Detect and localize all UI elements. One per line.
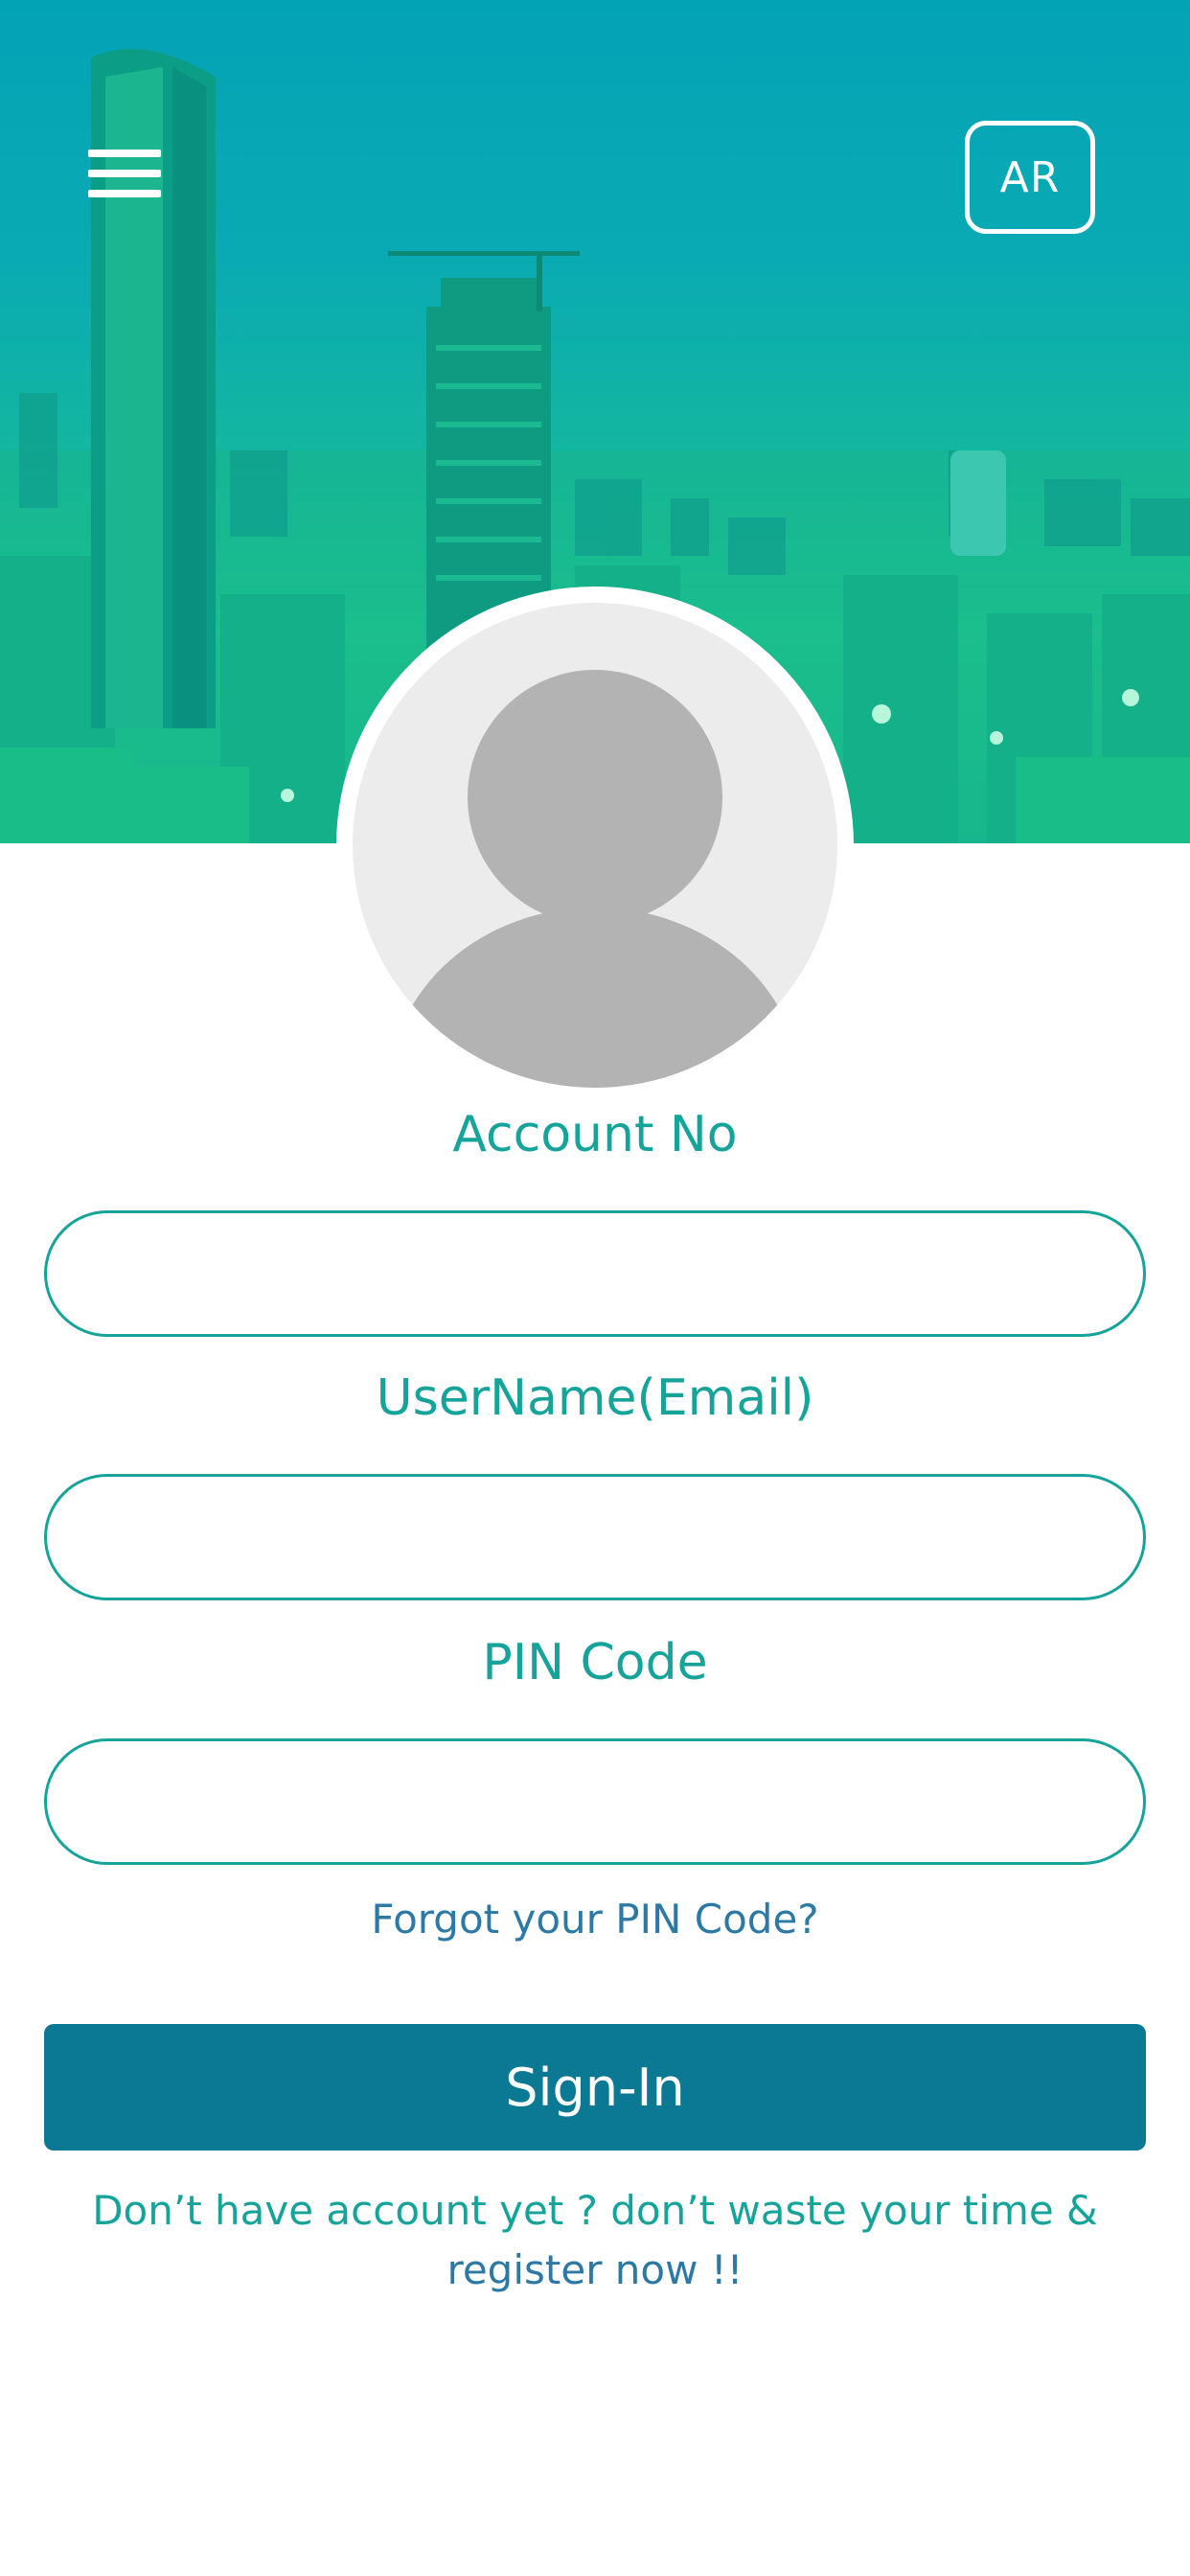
username-email-input[interactable] [44, 1474, 1146, 1600]
account-number-input[interactable] [44, 1210, 1146, 1337]
username-email-label: UserName(Email) [376, 1369, 814, 1427]
register-now-link[interactable]: register now !! [57, 2241, 1133, 2300]
menu-bar-top [88, 150, 161, 157]
avatar-body [389, 908, 801, 1088]
register-prompt: Don’t have account yet ? don’t waste you… [57, 2181, 1133, 2300]
pin-code-input[interactable] [44, 1738, 1146, 1865]
menu-bar-bottom [88, 190, 161, 197]
sign-in-button[interactable]: Sign-In [44, 2024, 1146, 2150]
forgot-pin-link[interactable]: Forgot your PIN Code? [0, 1896, 1190, 1943]
avatar-head [468, 670, 722, 925]
register-prompt-text: Don’t have account yet ? don’t waste you… [92, 2187, 1098, 2234]
pin-code-label: PIN Code [482, 1634, 708, 1691]
menu-bar-middle [88, 170, 161, 177]
user-avatar-placeholder-icon [353, 603, 837, 1088]
language-toggle-button[interactable]: AR [965, 121, 1095, 234]
account-number-label: Account No [452, 1106, 738, 1163]
hamburger-menu-icon[interactable] [88, 146, 163, 201]
